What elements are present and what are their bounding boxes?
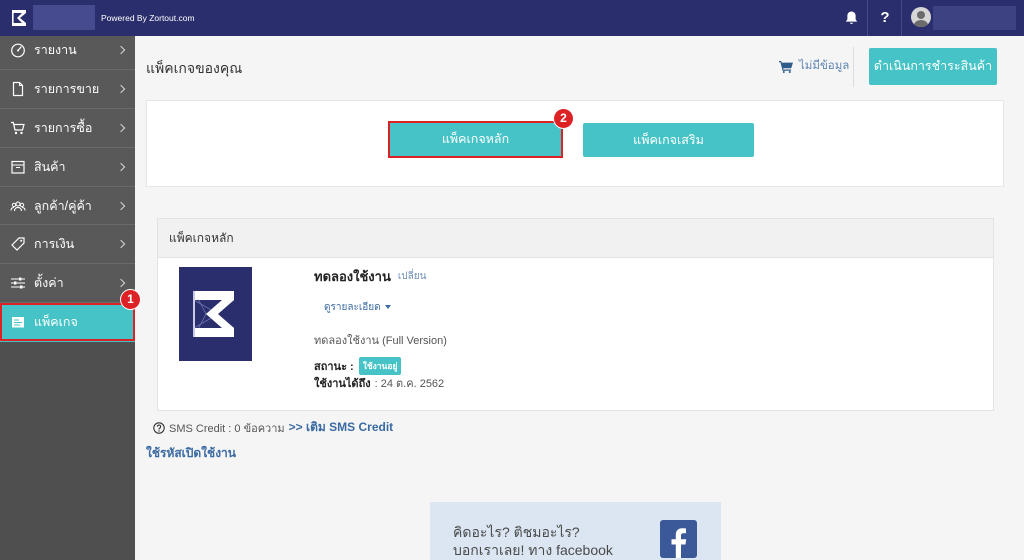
tab-main-package[interactable]: แพ็คเกจหลัก <box>388 121 563 158</box>
plan-title-row: ทดลองใช้งาน เปลี่ยน <box>314 267 426 285</box>
cart-link[interactable]: ไม่มีข้อมูล <box>779 58 849 74</box>
caret-down-icon <box>384 305 391 309</box>
sms-credit-row: SMS Credit : 0 ข้อความ >> เติม SMS Credi… <box>153 420 393 435</box>
sidebar: รายงาน รายการขาย รายการซื้อ สินค้า ลูกค้… <box>0 31 135 560</box>
sidebar-item-label: การเงิน <box>34 237 75 252</box>
status-label: สถานะ : <box>314 361 354 373</box>
facebook-promo-line1: คิดอะไร? ติชมอะไร? <box>453 524 580 540</box>
tab-addon-package[interactable]: แพ็คเกจเสริม <box>583 123 754 157</box>
sidebar-item-finance[interactable]: การเงิน <box>0 225 135 265</box>
zortout-logo-icon[interactable] <box>11 8 27 28</box>
facebook-feedback-banner[interactable]: คิดอะไร? ติชมอะไร? บอกเราเลย! ทาง facebo… <box>430 502 721 560</box>
facebook-promo-line2: บอกเราเลย! ทาง facebook <box>453 542 613 558</box>
expiry-value: : 24 ต.ค. 2562 <box>374 378 445 390</box>
bell-icon[interactable] <box>844 10 859 26</box>
package-logo-image <box>179 267 252 361</box>
avatar <box>911 7 931 27</box>
facebook-icon <box>660 520 697 558</box>
sms-credit-text: SMS Credit : 0 ข้อความ <box>169 422 285 435</box>
chevron-right-icon <box>116 240 126 249</box>
sidebar-item-label: รายการซื้อ <box>34 120 93 135</box>
step-badge-1: 1 <box>121 290 140 309</box>
user-name-redacted <box>933 6 1016 30</box>
user-menu[interactable] <box>910 5 1016 31</box>
cart-icon <box>10 120 26 136</box>
plan-name: ทดลองใช้งาน <box>314 268 391 284</box>
activation-code-link[interactable]: ใช้รหัสเปิดใช้งาน <box>146 444 236 463</box>
box-icon <box>10 159 26 175</box>
sidebar-item-label: แพ็คเกจ <box>34 315 78 330</box>
people-icon <box>10 198 26 214</box>
sidebar-item-purchases[interactable]: รายการซื้อ <box>0 108 135 148</box>
sidebar-item-reports[interactable]: รายงาน <box>0 31 135 70</box>
sidebar-item-label: รายงาน <box>34 42 77 57</box>
main-package-panel: แพ็คเกจหลัก ทดลองใช้งาน เปลี่ยน ดูรายละเ… <box>157 218 994 411</box>
shop-name-redacted <box>33 5 95 30</box>
sliders-icon <box>10 275 26 291</box>
chevron-right-icon <box>116 84 126 94</box>
expiry-row: ใช้งานได้ถึง : 24 ต.ค. 2562 <box>314 375 444 391</box>
chevron-right-icon <box>116 123 126 132</box>
sidebar-item-label: สินค้า <box>34 159 66 174</box>
speedometer-icon <box>10 42 26 58</box>
checkout-button[interactable]: ดำเนินการชำระสินค้า <box>869 48 997 85</box>
sidebar-item-label: รายการขาย <box>34 81 100 96</box>
sidebar-item-label: ตั้งค่า <box>34 276 64 291</box>
sidebar-item-package[interactable]: แพ็คเกจ <box>0 303 135 343</box>
package-icon <box>10 314 26 330</box>
expiry-label: ใช้งานได้ถึง <box>314 378 371 390</box>
header-divider <box>853 47 854 87</box>
page-title: แพ็คเกจของคุณ <box>146 60 243 76</box>
sidebar-item-settings[interactable]: ตั้งค่า <box>0 264 135 304</box>
cart-status-text: ไม่มีข้อมูล <box>799 60 850 72</box>
document-icon <box>10 81 26 97</box>
app-root: Powered By Zortout.com ? รายงาน รายการขา… <box>0 0 1024 560</box>
chevron-right-icon <box>116 279 126 288</box>
change-plan-link[interactable]: เปลี่ยน <box>398 269 427 284</box>
sms-topup-link[interactable]: >> เติม SMS Credit <box>289 418 394 437</box>
panel-heading: แพ็คเกจหลัก <box>158 219 993 258</box>
sidebar-item-label: ลูกค้า/คู่ค้า <box>34 198 92 213</box>
status-row: สถานะ : ใช้งานอยู่ <box>314 357 402 375</box>
details-dropdown[interactable]: ดูรายละเอียด <box>324 300 391 314</box>
status-badge: ใช้งานอยู่ <box>358 357 402 375</box>
sidebar-item-sales[interactable]: รายการขาย <box>0 69 135 109</box>
package-type-card: แพ็คเกจหลัก แพ็คเกจเสริม <box>146 100 1004 187</box>
tag-icon <box>10 236 26 252</box>
powered-by-text: Powered By Zortout.com <box>101 13 195 23</box>
topbar-divider <box>901 0 902 36</box>
sidebar-item-products[interactable]: สินค้า <box>0 147 135 187</box>
top-navbar: Powered By Zortout.com ? <box>0 0 1024 36</box>
details-link-label: ดูรายละเอียด <box>324 301 381 313</box>
plan-description: ทดลองใช้งาน (Full Version) <box>314 335 447 347</box>
chevron-right-icon <box>116 201 126 210</box>
chevron-right-icon <box>116 162 126 171</box>
topbar-divider <box>867 0 868 36</box>
question-circle-icon <box>153 421 165 434</box>
shopping-cart-icon <box>779 60 793 73</box>
help-button[interactable]: ? <box>874 0 896 36</box>
step-badge-2: 2 <box>554 109 573 128</box>
chevron-right-icon <box>116 45 126 55</box>
sidebar-item-contacts[interactable]: ลูกค้า/คู่ค้า <box>0 186 135 226</box>
